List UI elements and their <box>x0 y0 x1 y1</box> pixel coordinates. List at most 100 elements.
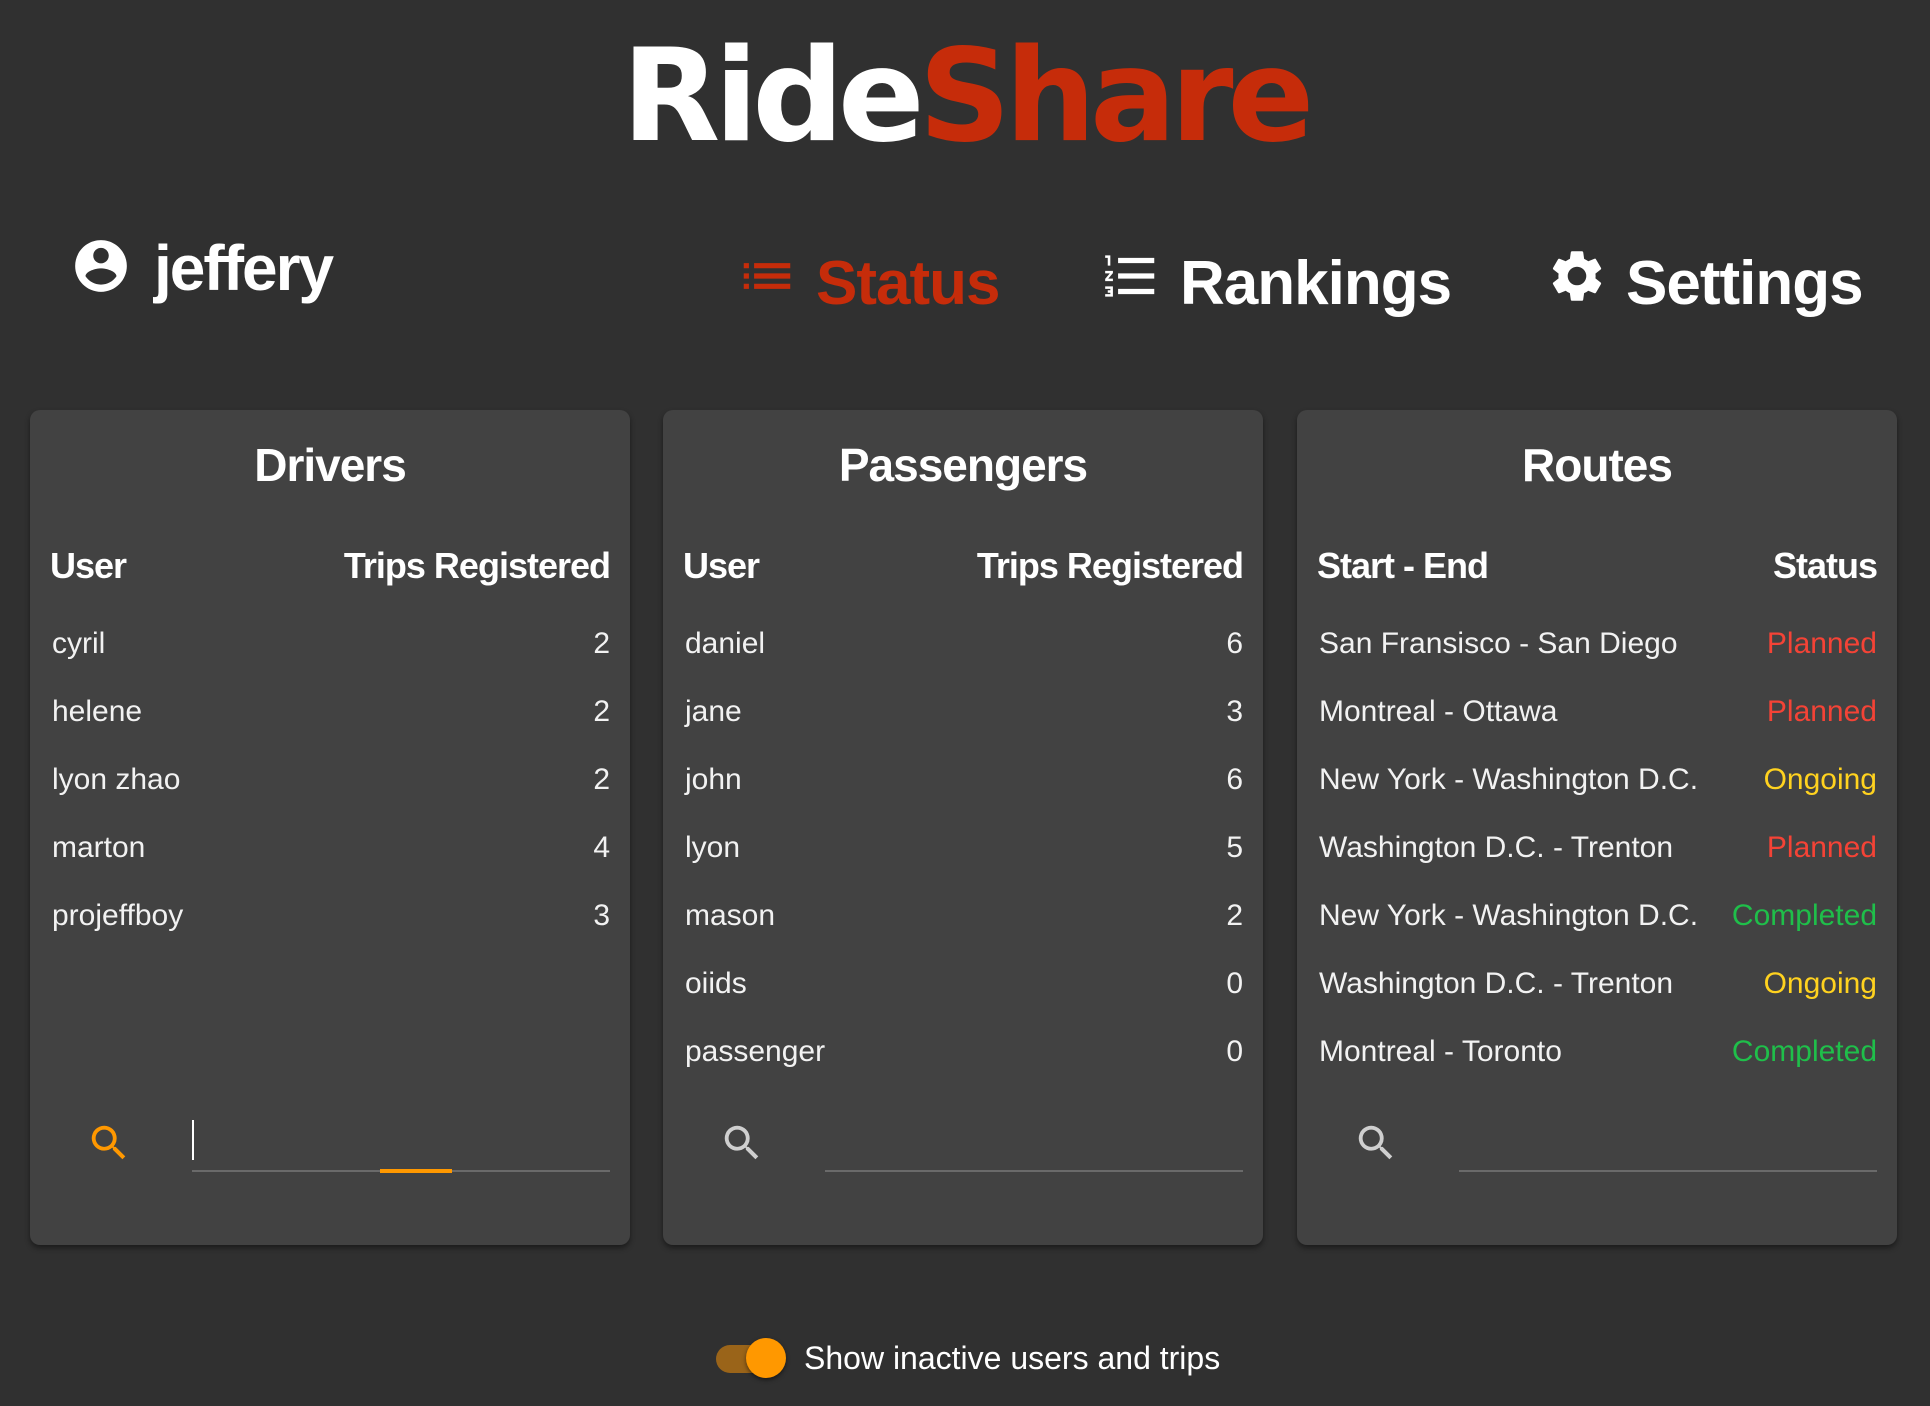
cell-route: New York - Washington D.C. <box>1319 899 1699 932</box>
table-row[interactable]: Montreal - Ottawa Planned <box>1319 678 1877 746</box>
cell-trips: 2 <box>593 695 610 728</box>
table-row[interactable]: daniel 6 <box>685 610 1243 678</box>
table-row[interactable]: helene 2 <box>52 678 610 746</box>
cell-user: lyon <box>685 831 741 864</box>
cell-route: San Fransisco - San Diego <box>1319 627 1678 660</box>
column-header-trips[interactable]: Trips Registered <box>344 545 611 587</box>
routes-search-input[interactable] <box>1459 1110 1877 1172</box>
status-badge: Planned <box>1766 695 1877 728</box>
cell-user: jane <box>685 695 742 728</box>
username: jeffery <box>154 232 334 304</box>
status-badge: Completed <box>1731 1035 1877 1068</box>
drivers-title: Drivers <box>254 439 407 491</box>
column-header-status[interactable]: Status <box>1773 545 1878 587</box>
search-icon <box>1353 1120 1399 1166</box>
gear-icon <box>1546 245 1608 322</box>
routes-card: Routes Start - End Status San Fransisco … <box>1297 410 1897 1245</box>
table-row[interactable]: jane 3 <box>685 678 1243 746</box>
cell-user: mason <box>685 899 776 932</box>
cell-user: lyon zhao <box>52 763 181 796</box>
cell-user: marton <box>52 831 146 864</box>
cell-user: oiids <box>685 967 747 1000</box>
routes-table-header: Start - End Status <box>1317 545 1878 587</box>
cell-trips: 2 <box>593 763 610 796</box>
user-profile[interactable]: jeffery <box>70 228 334 308</box>
table-row[interactable]: marton 4 <box>52 814 610 882</box>
table-row[interactable]: projeffboy 3 <box>52 882 610 950</box>
cell-trips: 3 <box>593 899 610 932</box>
passengers-search-input[interactable] <box>825 1110 1243 1172</box>
logo-share-text: Share <box>918 22 1315 171</box>
cell-trips: 2 <box>593 627 610 660</box>
column-header-trips[interactable]: Trips Registered <box>977 545 1244 587</box>
table-row[interactable]: Montreal - Toronto Completed <box>1319 1018 1877 1086</box>
cell-user: helene <box>52 695 143 728</box>
table-row[interactable]: oiids 0 <box>685 950 1243 1018</box>
cell-user: passenger <box>685 1035 826 1068</box>
status-badge: Ongoing <box>1763 763 1877 796</box>
status-badge: Planned <box>1766 627 1877 660</box>
cell-trips: 2 <box>1226 899 1243 932</box>
table-row[interactable]: john 6 <box>685 746 1243 814</box>
search-icon <box>86 1120 132 1166</box>
routes-table-body: San Fransisco - San Diego Planned Montrea… <box>1319 610 1877 1086</box>
table-row[interactable]: lyon 5 <box>685 814 1243 882</box>
nav-rankings[interactable]: Rankings <box>1100 238 1452 328</box>
nav-settings-label: Settings <box>1626 248 1864 318</box>
passengers-table-body: daniel 6 jane 3 john 6 lyon 5 mason 2 oiids 0 … <box>685 610 1243 1086</box>
drivers-search-input[interactable] <box>192 1110 610 1172</box>
column-header-user[interactable]: User <box>50 545 127 587</box>
table-row[interactable]: Washington D.C. - Trenton Planned <box>1319 814 1877 882</box>
table-row[interactable]: mason 2 <box>685 882 1243 950</box>
routes-search <box>1347 1110 1877 1180</box>
table-row[interactable]: cyril 2 <box>52 610 610 678</box>
passengers-search <box>713 1110 1243 1180</box>
passengers-title: Passengers <box>838 439 1088 491</box>
text-caret <box>192 1120 194 1160</box>
table-row[interactable]: Washington D.C. - Trenton Ongoing <box>1319 950 1877 1018</box>
status-badge: Planned <box>1766 831 1877 864</box>
table-row[interactable]: San Fransisco - San Diego Planned <box>1319 610 1877 678</box>
cell-trips: 0 <box>1226 967 1243 1000</box>
cell-trips: 0 <box>1226 1035 1243 1068</box>
nav-rankings-label: Rankings <box>1180 248 1452 318</box>
nav-status[interactable]: Status <box>736 238 1000 328</box>
status-badge: Ongoing <box>1763 967 1877 1000</box>
table-row[interactable]: lyon zhao 2 <box>52 746 610 814</box>
table-row[interactable]: New York - Washington D.C. Ongoing <box>1319 746 1877 814</box>
drivers-card: Drivers User Trips Registered cyril 2 hel… <box>30 410 630 1245</box>
table-row[interactable]: New York - Washington D.C. Completed <box>1319 882 1877 950</box>
cell-route: Montreal - Ottawa <box>1319 695 1558 728</box>
cell-route: New York - Washington D.C. <box>1319 763 1699 796</box>
cell-trips: 4 <box>593 831 610 864</box>
cell-user: john <box>685 763 742 796</box>
search-icon <box>719 1120 765 1166</box>
cell-trips: 5 <box>1226 831 1243 864</box>
drivers-table-header: User Trips Registered <box>50 545 611 587</box>
table-row[interactable]: passenger 0 <box>685 1018 1243 1086</box>
cell-trips: 3 <box>1226 695 1243 728</box>
nav-status-label: Status <box>816 248 1000 318</box>
cell-user: daniel <box>685 627 766 660</box>
show-inactive-toggle-row: Show inactive users and trips <box>714 1336 1220 1380</box>
cell-user: projeffboy <box>52 899 184 932</box>
drivers-search <box>80 1110 610 1180</box>
routes-title: Routes <box>1522 439 1673 491</box>
column-header-user[interactable]: User <box>683 545 760 587</box>
show-inactive-toggle[interactable] <box>714 1336 786 1380</box>
cell-trips: 6 <box>1226 627 1243 660</box>
cell-user: cyril <box>52 627 106 660</box>
cell-route: Washington D.C. - Trenton <box>1319 967 1674 1000</box>
list-icon <box>736 245 798 322</box>
status-badge: Completed <box>1731 899 1877 932</box>
logo-ride-text: Ride <box>621 22 925 171</box>
cell-trips: 6 <box>1226 763 1243 796</box>
nav-settings[interactable]: Settings <box>1546 238 1864 328</box>
toggle-thumb[interactable] <box>746 1338 786 1378</box>
drivers-table-body: cyril 2 helene 2 lyon zhao 2 marton 4 projef… <box>52 610 610 950</box>
cell-route: Montreal - Toronto <box>1319 1035 1562 1068</box>
rideshare-logo: RideShare <box>0 22 1930 172</box>
show-inactive-label[interactable]: Show inactive users and trips <box>804 1340 1220 1377</box>
column-header-start-end[interactable]: Start - End <box>1317 545 1489 587</box>
passengers-table-header: User Trips Registered <box>683 545 1244 587</box>
